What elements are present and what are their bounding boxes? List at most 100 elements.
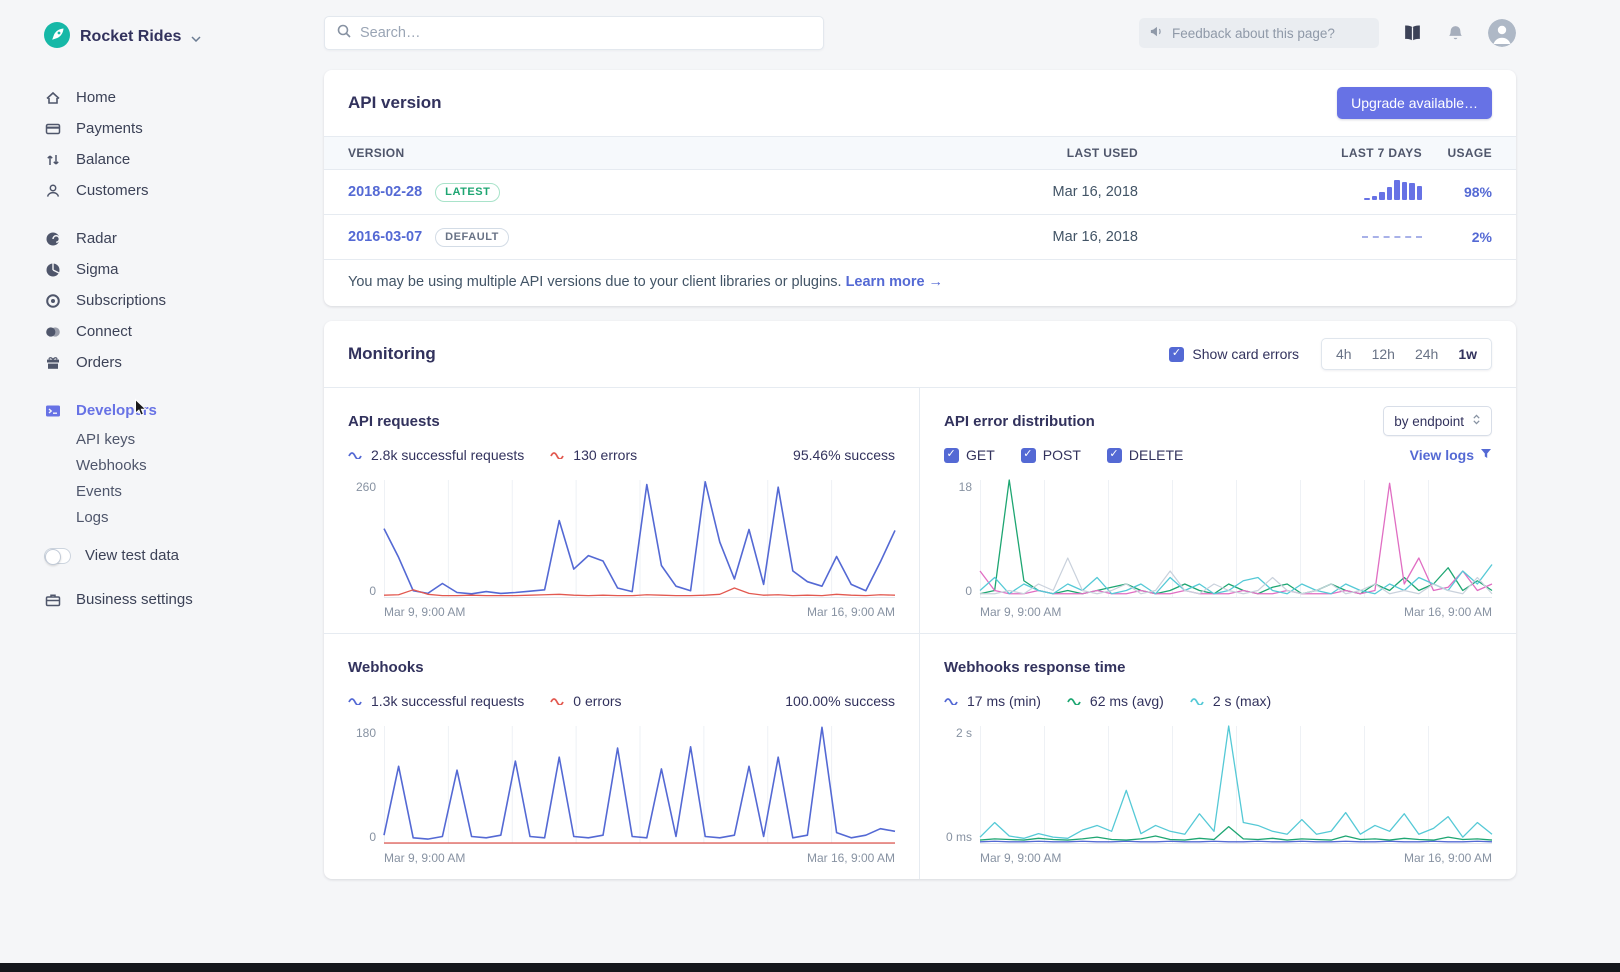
legend-successful-requests: 1.3k successful requests — [348, 693, 524, 709]
range-1w[interactable]: 1w — [1448, 339, 1487, 369]
line-swatch-icon — [348, 451, 364, 459]
sidebar-item-subscriptions[interactable]: Subscriptions — [44, 285, 300, 316]
api-error-distribution-panel: API error distribution by endpoint GET — [920, 388, 1516, 633]
success-rate: 100.00% success — [785, 693, 895, 709]
sidebar-item-label: Sigma — [76, 261, 119, 278]
sidebar-item-label: Developers — [76, 402, 157, 419]
x-axis-end: Mar 16, 9:00 AM — [1404, 605, 1492, 619]
sidebar: Rocket Rides Home Payments Balance Custo… — [0, 0, 300, 879]
table-row: 2018-02-28 LATEST Mar 16, 2018 98% — [324, 170, 1516, 215]
range-4h[interactable]: 4h — [1326, 339, 1362, 369]
sidebar-item-events[interactable]: Events — [76, 478, 300, 504]
webhooks-response-time-chart — [980, 726, 1492, 844]
sidebar-item-api-keys[interactable]: API keys — [76, 426, 300, 452]
view-logs-label: View logs — [1410, 447, 1474, 463]
upgrade-available-button[interactable]: Upgrade available… — [1337, 87, 1492, 119]
sidebar-item-payments[interactable]: Payments — [44, 113, 300, 144]
delete-checkbox[interactable]: DELETE — [1107, 447, 1183, 463]
endpoint-filter-select[interactable]: by endpoint — [1383, 406, 1492, 436]
view-test-data-toggle[interactable] — [44, 548, 71, 564]
range-12h[interactable]: 12h — [1362, 339, 1405, 369]
version-link[interactable]: 2018-02-28 — [348, 184, 422, 200]
briefcase-icon — [44, 591, 61, 608]
legend-label: 1.3k successful requests — [371, 693, 524, 709]
radar-icon — [44, 230, 61, 247]
last-used-value: Mar 16, 2018 — [698, 229, 1138, 245]
sidebar-item-home[interactable]: Home — [44, 82, 300, 113]
checkbox-checked-icon — [944, 448, 959, 463]
api-error-distribution-chart — [980, 480, 1492, 598]
user-avatar[interactable] — [1488, 19, 1516, 47]
y-axis-max: 180 — [356, 726, 376, 740]
sidebar-item-developers[interactable]: Developers — [44, 395, 300, 426]
up-down-arrows-icon — [44, 151, 61, 168]
show-card-errors-label: Show card errors — [1192, 346, 1299, 362]
line-swatch-icon — [550, 697, 566, 705]
person-icon — [44, 182, 61, 199]
legend-avg: 62 ms (avg) — [1067, 693, 1164, 709]
usage-sparkline-bars — [1360, 180, 1422, 200]
sidebar-item-business-settings[interactable]: Business settings — [44, 584, 300, 615]
x-axis-end: Mar 16, 9:00 AM — [807, 605, 895, 619]
home-icon — [44, 89, 61, 106]
show-card-errors-checkbox[interactable]: Show card errors — [1169, 346, 1299, 362]
main-content: API version Upgrade available… VERSION L… — [300, 0, 1620, 879]
range-24h[interactable]: 24h — [1405, 339, 1448, 369]
sidebar-item-balance[interactable]: Balance — [44, 144, 300, 175]
x-axis-start: Mar 9, 9:00 AM — [980, 851, 1061, 865]
rocket-rides-logo — [44, 22, 70, 52]
sidebar-item-label: Business settings — [76, 591, 193, 608]
view-logs-link[interactable]: View logs — [1410, 447, 1492, 463]
x-axis-start: Mar 9, 9:00 AM — [384, 851, 465, 865]
legend-min: 17 ms (min) — [944, 693, 1041, 709]
line-swatch-icon — [944, 697, 960, 705]
legend-label: POST — [1043, 447, 1081, 463]
column-version: VERSION — [348, 146, 698, 160]
line-swatch-icon — [550, 451, 566, 459]
megaphone-icon — [1149, 24, 1164, 43]
account-switcher[interactable]: Rocket Rides — [44, 22, 300, 52]
docs-book-icon[interactable] — [1402, 24, 1423, 43]
sidebar-item-label: Balance — [76, 151, 130, 168]
chevron-down-icon — [191, 29, 201, 46]
sidebar-item-logs[interactable]: Logs — [76, 504, 300, 530]
sidebar-item-label: Home — [76, 89, 116, 106]
account-name: Rocket Rides — [80, 28, 181, 46]
sidebar-item-customers[interactable]: Customers — [44, 175, 300, 206]
up-down-caret-icon — [1472, 413, 1481, 429]
sidebar-item-label: Radar — [76, 230, 117, 247]
notifications-bell-icon[interactable] — [1446, 24, 1465, 43]
search-box — [324, 16, 824, 50]
x-axis-start: Mar 9, 9:00 AM — [384, 605, 465, 619]
y-axis-min: 0 — [369, 830, 376, 844]
monitoring-card: Monitoring Show card errors 4h 12h 24h 1… — [324, 321, 1516, 879]
x-axis-start: Mar 9, 9:00 AM — [980, 605, 1061, 619]
sidebar-item-connect[interactable]: Connect — [44, 316, 300, 347]
linked-circles-icon — [44, 323, 61, 340]
sidebar-item-webhooks[interactable]: Webhooks — [76, 452, 300, 478]
panel-title: API requests — [348, 413, 440, 430]
column-last-used: LAST USED — [698, 146, 1138, 160]
screen-bottom-edge — [0, 963, 1620, 972]
y-axis-min: 0 ms — [946, 830, 972, 844]
sidebar-item-orders[interactable]: Orders — [44, 347, 300, 378]
sidebar-item-label: Connect — [76, 323, 132, 340]
default-badge: DEFAULT — [435, 228, 509, 247]
footer-text: You may be using multiple API versions d… — [348, 274, 842, 290]
post-checkbox[interactable]: POST — [1021, 447, 1081, 463]
sidebar-item-label: Payments — [76, 120, 143, 137]
legend-label: GET — [966, 447, 995, 463]
filter-funnel-icon — [1480, 447, 1492, 463]
legend-max: 2 s (max) — [1190, 693, 1271, 709]
legend-label: 2 s (max) — [1213, 693, 1271, 709]
learn-more-link[interactable]: Learn more → — [846, 274, 944, 290]
sub-item-label: Webhooks — [76, 457, 147, 474]
version-link[interactable]: 2016-03-07 — [348, 229, 422, 245]
get-checkbox[interactable]: GET — [944, 447, 995, 463]
feedback-input[interactable] — [1172, 26, 1369, 41]
gift-icon — [44, 354, 61, 371]
search-input[interactable] — [360, 25, 812, 41]
legend-errors: 0 errors — [550, 693, 621, 709]
sidebar-item-sigma[interactable]: Sigma — [44, 254, 300, 285]
sidebar-item-radar[interactable]: Radar — [44, 223, 300, 254]
